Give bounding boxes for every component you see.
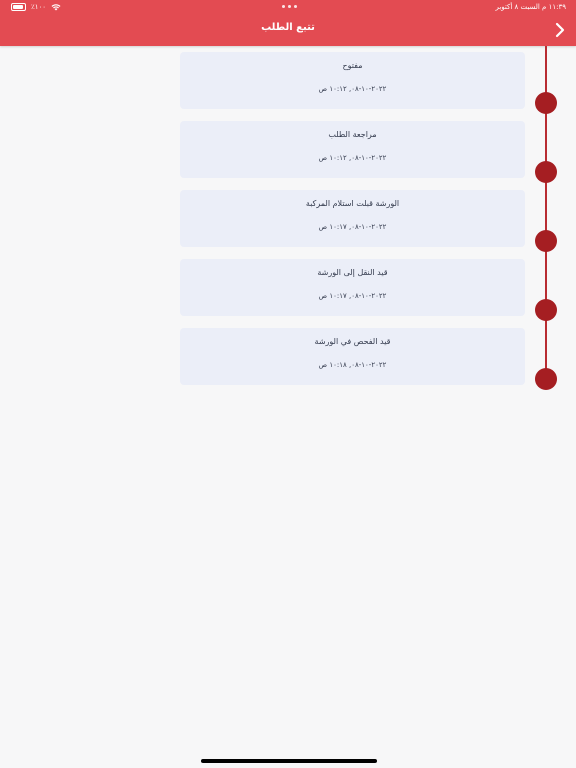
timeline-card-opened: مفتوح ٢٠٢٢-١٠-٠٨, ١٠:١٢ ص <box>180 52 525 109</box>
status-time: ٢٠٢٢-١٠-٠٨, ١٠:١٢ ص <box>318 85 387 93</box>
status-label: مراجعة الطلب <box>328 130 377 139</box>
timeline-node <box>535 299 557 321</box>
status-time: ٢٠٢٢-١٠-٠٨, ١٠:١٢ ص <box>318 154 387 162</box>
timeline-node <box>535 230 557 252</box>
home-indicator[interactable] <box>201 759 377 763</box>
chevron-right-icon[interactable] <box>553 22 567 38</box>
status-bar-left: ٪١٠٠ <box>11 3 61 11</box>
timeline-card-inspection: قيد الفحص في الورشة ٢٠٢٢-١٠-٠٨, ١٠:١٨ ص <box>180 328 525 385</box>
status-time: ٢٠٢٢-١٠-٠٨, ١٠:١٧ ص <box>318 292 387 300</box>
status-label: قيد النقل إلى الورشة <box>317 268 388 277</box>
status-label: قيد الفحص في الورشة <box>314 337 391 346</box>
battery-icon <box>11 3 26 11</box>
multitasking-dots[interactable] <box>282 5 297 8</box>
timeline-node <box>535 161 557 183</box>
battery-percent: ٪١٠٠ <box>31 3 47 11</box>
status-label: الورشة قبلت استلام المركبة <box>305 199 400 208</box>
wifi-icon <box>51 4 61 11</box>
timeline-card-review: مراجعة الطلب ٢٠٢٢-١٠-٠٨, ١٠:١٢ ص <box>180 121 525 178</box>
page-title: تتبع الطلب <box>261 22 315 33</box>
status-datetime: ١١:٣٩ م السبت ٨ أكتوبر <box>495 3 566 11</box>
timeline-node <box>535 92 557 114</box>
timeline-card-accepted: الورشة قبلت استلام المركبة ٢٠٢٢-١٠-٠٨, ١… <box>180 190 525 247</box>
timeline-card-transport: قيد النقل إلى الورشة ٢٠٢٢-١٠-٠٨, ١٠:١٧ ص <box>180 259 525 316</box>
status-time: ٢٠٢٢-١٠-٠٨, ١٠:١٧ ص <box>318 223 387 231</box>
timeline-node <box>535 368 557 390</box>
app-header: ٪١٠٠ ١١:٣٩ م السبت ٨ أكتوبر تتبع الطلب <box>0 0 576 46</box>
status-time: ٢٠٢٢-١٠-٠٨, ١٠:١٨ ص <box>318 361 387 369</box>
status-label: مفتوح <box>342 61 363 70</box>
